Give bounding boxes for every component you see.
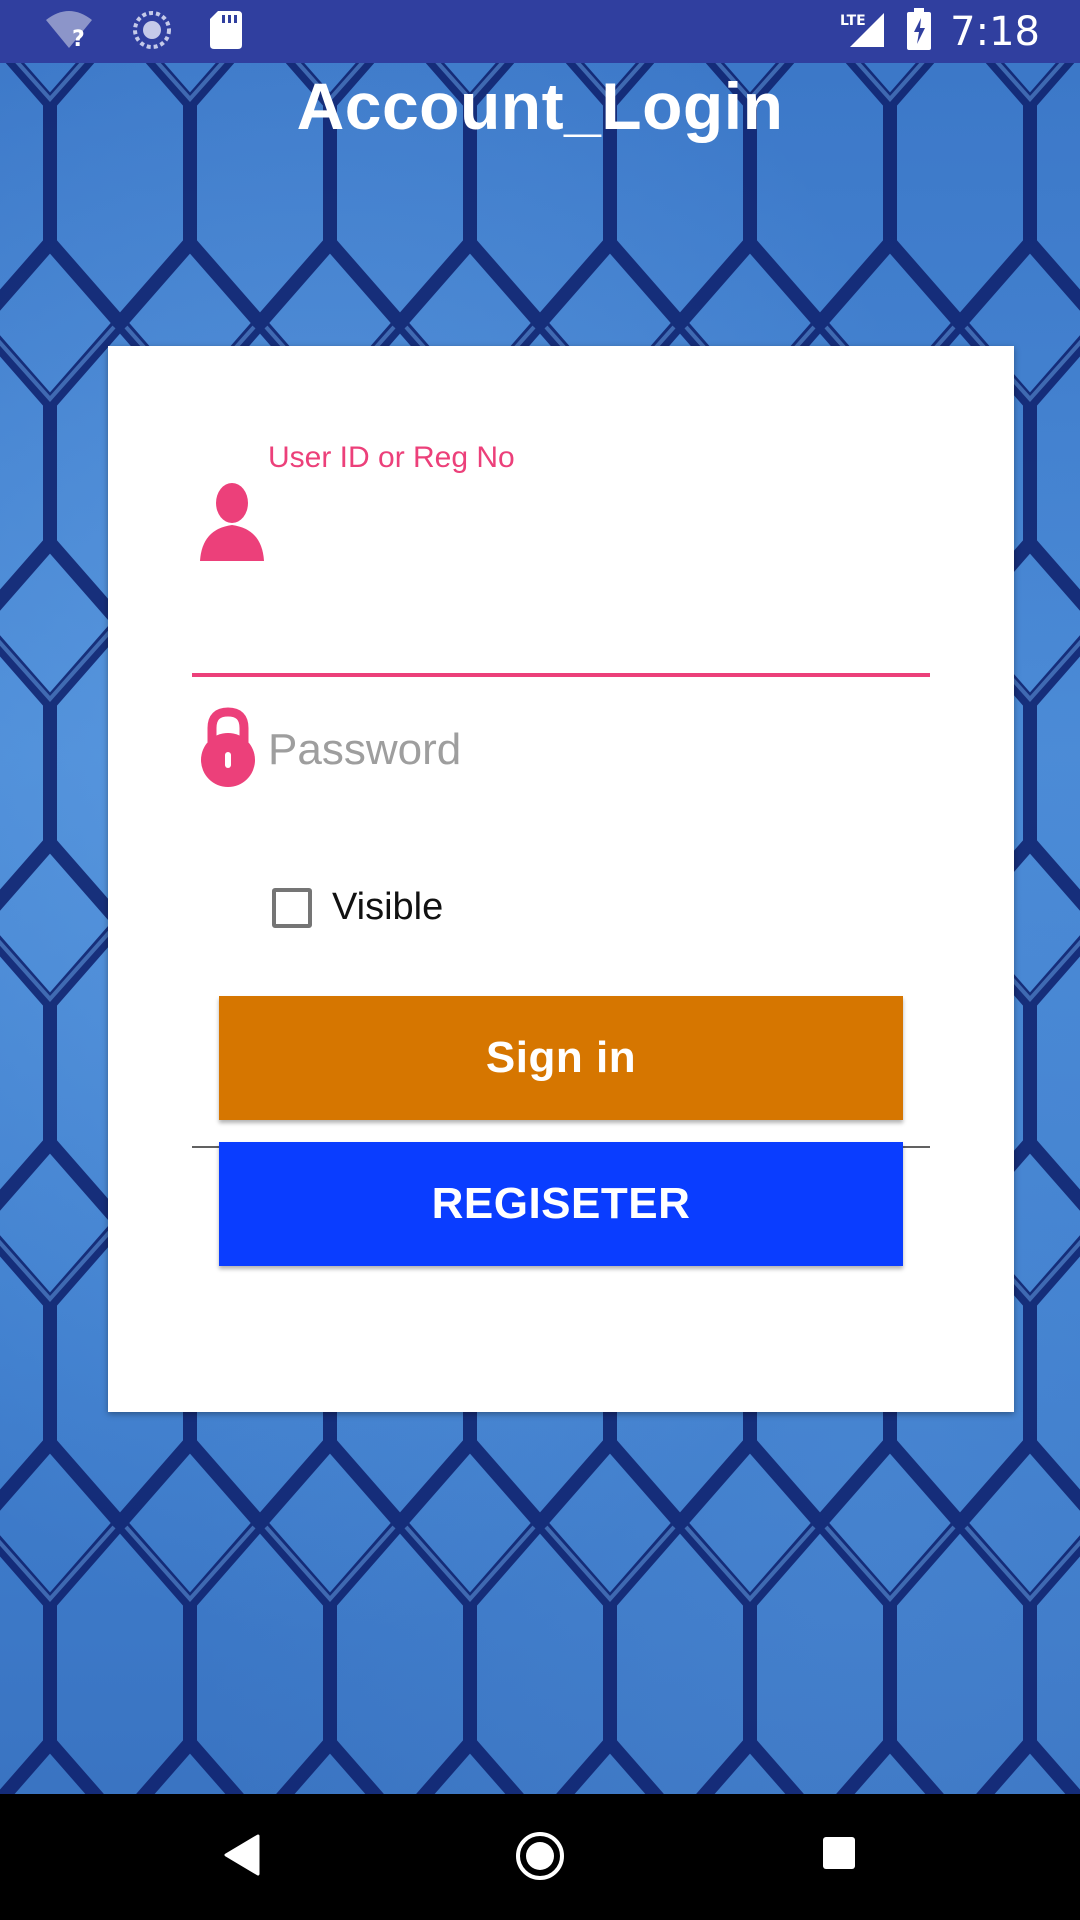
user-icon bbox=[200, 481, 264, 566]
home-icon[interactable] bbox=[514, 1830, 566, 1887]
lte-signal-icon: LTE bbox=[838, 9, 888, 54]
user-id-field: User ID or Reg No bbox=[192, 441, 930, 677]
battery-charging-icon bbox=[906, 8, 932, 55]
user-id-label: User ID or Reg No bbox=[268, 441, 515, 474]
sd-card-icon bbox=[210, 11, 242, 54]
password-input[interactable] bbox=[268, 720, 908, 780]
login-card: User ID or Reg No Visible Sign in REGISE… bbox=[108, 346, 1014, 1412]
page-title: Account_Login bbox=[296, 69, 784, 143]
user-id-underline bbox=[192, 673, 930, 677]
svg-text:LTE: LTE bbox=[840, 13, 866, 29]
visible-checkbox[interactable] bbox=[272, 887, 312, 928]
navigation-bar bbox=[0, 1794, 1080, 1920]
svg-text:?: ? bbox=[72, 27, 85, 50]
visible-label: Visible bbox=[332, 886, 444, 928]
sync-icon bbox=[132, 10, 172, 55]
wifi-question-icon: ? bbox=[44, 10, 94, 55]
back-icon[interactable] bbox=[222, 1832, 262, 1883]
status-bar: ? LTE 7:18 bbox=[0, 0, 1080, 63]
status-right-icons: LTE 7:18 bbox=[838, 0, 1040, 63]
register-button[interactable]: REGISETER bbox=[219, 1142, 903, 1266]
password-field bbox=[192, 706, 930, 1148]
sign-in-button[interactable]: Sign in bbox=[219, 996, 903, 1120]
user-id-input[interactable] bbox=[268, 491, 908, 551]
recents-icon[interactable] bbox=[822, 1836, 856, 1875]
visible-toggle[interactable]: Visible bbox=[272, 886, 443, 929]
lock-icon bbox=[200, 706, 256, 793]
status-left-icons: ? bbox=[44, 10, 242, 55]
clock: 7:18 bbox=[950, 8, 1040, 55]
